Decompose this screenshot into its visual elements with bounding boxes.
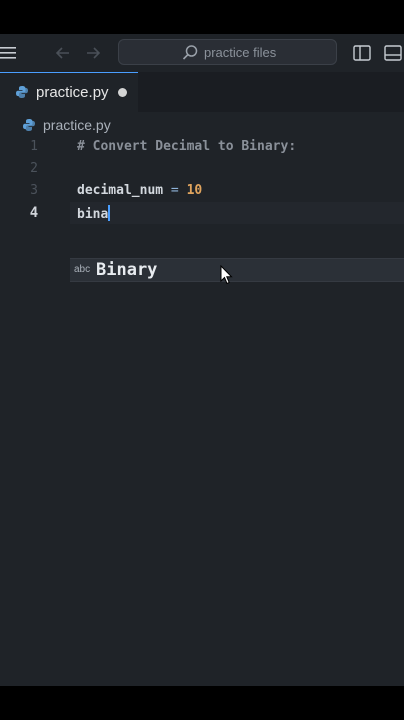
search-icon [182,45,198,60]
code-editor[interactable]: 1 # Convert Decimal to Binary: 2 3 decim… [0,136,404,686]
line-number: 3 [30,183,38,198]
code-comment: # Convert Decimal to Binary: [77,139,297,154]
command-center-search[interactable]: practice files [118,39,337,65]
number-literal: 10 [186,183,203,198]
line-number: 4 [29,205,39,221]
active-code-line: 4 bina [0,202,404,224]
tab-bar: practice.py [0,72,404,112]
autocomplete-suggestion[interactable]: abc Binary [70,258,404,282]
code-text: decimal_num = 10 [77,183,202,198]
toggle-panel-icon[interactable] [383,43,403,63]
toggle-sidebar-icon[interactable] [352,43,372,63]
arrow-right-icon[interactable] [83,43,103,63]
title-bar: practice files [0,34,404,72]
line-number: 2 [30,161,38,176]
suggestion-label: Binary [96,260,158,280]
operator: = [170,183,179,198]
tab-label: practice.py [36,84,109,101]
arrow-left-icon[interactable] [53,43,73,63]
editor-window: practice files practice.py practice.py 1… [0,34,404,686]
python-file-icon [16,86,28,98]
code-line: 1 # Convert Decimal to Binary: [0,136,404,158]
mouse-pointer-icon [220,265,233,285]
typed-text: bina [77,207,109,222]
line-number: 1 [30,139,38,154]
current-line-highlight [70,202,404,224]
text-cursor [108,205,111,221]
hamburger-menu-icon[interactable] [0,45,16,61]
screen: practice files practice.py practice.py 1… [0,0,404,720]
tab-practice-py[interactable]: practice.py [0,72,138,112]
variable-name: decimal_num [77,183,164,198]
code-line: 2 [0,158,404,180]
word-kind-icon: abc [74,264,91,275]
breadcrumb-file[interactable]: practice.py [43,117,111,133]
unsaved-indicator[interactable] [118,88,127,97]
code-line: 3 decimal_num = 10 [0,180,404,202]
code-text: bina [77,205,111,222]
breadcrumb: practice.py [0,112,404,138]
search-placeholder: practice files [204,45,277,60]
python-file-icon [23,119,35,131]
